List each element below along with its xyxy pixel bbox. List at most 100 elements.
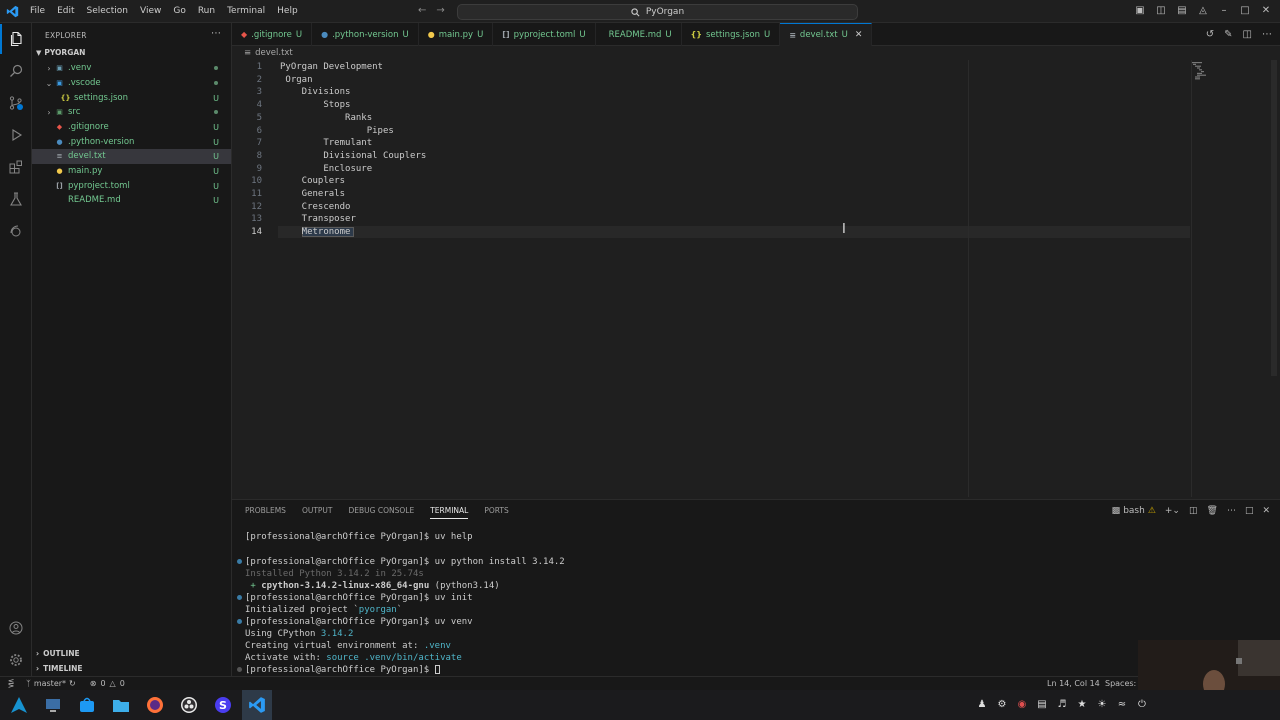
cursor-position[interactable]: Ln 14, Col 14: [1047, 679, 1100, 688]
maximize-icon[interactable]: □: [1239, 4, 1251, 16]
forward-arrow-icon[interactable]: →: [436, 5, 444, 16]
problems-status[interactable]: ⊗ 0 △ 0: [90, 679, 125, 688]
tab-debug-console[interactable]: DEBUG CONSOLE: [349, 506, 415, 519]
git-branch-status[interactable]: ᛉ master* ↻: [26, 679, 76, 688]
tab-terminal[interactable]: TERMINAL: [430, 506, 469, 519]
tab-readme-md[interactable]: README.md U: [596, 23, 682, 46]
menu-terminal[interactable]: Terminal: [221, 0, 271, 23]
tab-main-py[interactable]: ● main.py U: [419, 23, 494, 46]
toggle-sidebar-icon[interactable]: ◫: [1155, 4, 1167, 16]
power-icon[interactable]: ⏻: [1136, 697, 1148, 711]
tree-item-devel-txt[interactable]: ≡ devel.txt U: [32, 149, 231, 164]
tree-item-python-version[interactable]: ● .python-version U: [32, 135, 231, 150]
code-editor[interactable]: Ⅰ 1 2 3 4 5 6 7 8 9 10 11 12 13 14 PyOrgan Developmen…: [232, 60, 1280, 497]
user-icon[interactable]: ♟: [976, 697, 988, 711]
wifi-icon[interactable]: ≈: [1116, 697, 1128, 711]
vertical-scrollbar[interactable]: [1271, 60, 1277, 376]
tab-ports[interactable]: PORTS: [484, 506, 508, 519]
update-icon[interactable]: ◉: [1016, 697, 1028, 711]
command-decoration-icon[interactable]: [237, 667, 242, 672]
software-store-icon[interactable]: [72, 690, 102, 720]
kill-terminal-icon[interactable]: 🗑: [1207, 506, 1218, 516]
testing-icon[interactable]: [0, 184, 32, 214]
layout-toggle-icon[interactable]: ▣: [1134, 4, 1146, 16]
remote-indicator-icon[interactable]: ⋚: [0, 679, 22, 688]
back-arrow-icon[interactable]: ←: [418, 5, 426, 16]
timeline-history-icon[interactable]: ↺: [1206, 29, 1214, 40]
tab-pyproject-toml[interactable]: [] pyproject.toml U: [493, 23, 596, 46]
menu-view[interactable]: View: [134, 0, 167, 23]
arch-launcher-icon[interactable]: [4, 690, 34, 720]
toggle-panel-icon[interactable]: ▤: [1176, 4, 1188, 16]
streamdeck-app-icon[interactable]: S: [208, 690, 238, 720]
accounts-icon[interactable]: [0, 613, 32, 643]
search-sidebar-icon[interactable]: [0, 56, 32, 86]
tab-output[interactable]: OUTPUT: [302, 506, 333, 519]
command-center-search[interactable]: PyOrgan: [457, 4, 858, 20]
file-manager-icon[interactable]: [106, 690, 136, 720]
tree-item-vscode[interactable]: ⌄ ▣ .vscode: [32, 76, 231, 91]
desktop-icon[interactable]: [38, 690, 68, 720]
command-decoration-icon[interactable]: [237, 595, 242, 600]
split-terminal-icon[interactable]: ◫: [1189, 506, 1198, 516]
breadcrumb[interactable]: ≡ devel.txt: [244, 48, 293, 58]
menu-go[interactable]: Go: [167, 0, 191, 23]
outline-section-header[interactable]: › OUTLINE: [36, 649, 80, 658]
network-settings-icon[interactable]: ⚙: [996, 697, 1008, 711]
terminal-line: [professional@archOffice PyOrgan]$: [245, 665, 440, 675]
bluetooth-icon[interactable]: ★: [1076, 697, 1088, 711]
tree-item-venv[interactable]: › ▣ .venv: [32, 61, 231, 76]
open-changes-icon[interactable]: ✎: [1224, 29, 1232, 40]
tree-item-readme-md[interactable]: README.md U: [32, 193, 231, 208]
more-actions-icon[interactable]: ⋯: [1227, 506, 1236, 516]
tab-label: .python-version: [332, 29, 399, 40]
tree-item-gitignore[interactable]: ◆ .gitignore U: [32, 120, 231, 135]
error-icon: ⊗: [89, 679, 97, 688]
vscode-taskbar-icon[interactable]: [242, 690, 272, 720]
line-number: 10: [251, 176, 262, 187]
command-decoration-icon[interactable]: [237, 559, 242, 564]
menu-edit[interactable]: Edit: [51, 0, 80, 23]
remote-explorer-icon[interactable]: [0, 216, 32, 246]
tab-gitignore[interactable]: ◆ .gitignore U: [232, 23, 313, 46]
tab-problems[interactable]: PROBLEMS: [245, 506, 286, 519]
close-tab-icon[interactable]: ✕: [855, 30, 863, 40]
minimize-icon[interactable]: –: [1218, 4, 1230, 16]
tab-devel-txt[interactable]: ≡ devel.txt U ✕: [780, 23, 873, 46]
menu-selection[interactable]: Selection: [81, 0, 134, 23]
tree-item-settings-json[interactable]: {} settings.json U: [32, 91, 231, 106]
menu-run[interactable]: Run: [192, 0, 221, 23]
obs-studio-icon[interactable]: [174, 690, 204, 720]
new-terminal-icon[interactable]: +⌄: [1165, 506, 1180, 516]
tab-python-version[interactable]: ● .python-version U: [312, 23, 419, 46]
extensions-icon[interactable]: [0, 152, 32, 182]
split-editor-icon[interactable]: ◫: [1243, 29, 1252, 40]
brightness-icon[interactable]: ☀: [1096, 697, 1108, 711]
close-window-icon[interactable]: ✕: [1260, 4, 1272, 16]
more-actions-icon[interactable]: ⋯: [1262, 29, 1272, 40]
maximize-panel-icon[interactable]: □: [1245, 506, 1254, 516]
run-debug-icon[interactable]: [0, 120, 32, 150]
tree-item-main-py[interactable]: ● main.py U: [32, 164, 231, 179]
command-decoration-icon[interactable]: [237, 619, 242, 624]
more-actions-icon[interactable]: ⋯: [211, 28, 221, 39]
tab-status: U: [841, 30, 848, 40]
terminal-shell-selector[interactable]: ▩ bash ⚠: [1112, 506, 1156, 516]
terminal-output[interactable]: [professional@archOffice PyOrgan]$ uv he…: [236, 530, 1266, 675]
manage-gear-icon[interactable]: [0, 645, 32, 675]
explorer-icon[interactable]: [0, 24, 32, 54]
menu-file[interactable]: File: [24, 0, 51, 23]
firefox-icon[interactable]: [140, 690, 170, 720]
tree-item-src[interactable]: › ▣ src: [32, 105, 231, 120]
timeline-section-header[interactable]: › TIMELINE: [36, 664, 83, 673]
toggle-secondary-sidebar-icon[interactable]: ◬: [1197, 4, 1209, 16]
tab-settings-json[interactable]: {} settings.json U: [682, 23, 781, 46]
source-control-icon[interactable]: [0, 88, 32, 118]
minimap[interactable]: [1192, 62, 1212, 80]
clipboard-icon[interactable]: ▤: [1036, 697, 1048, 711]
project-header[interactable]: ▼ PYORGAN: [36, 48, 85, 57]
menu-help[interactable]: Help: [271, 0, 304, 23]
close-panel-icon[interactable]: ✕: [1262, 506, 1270, 516]
tree-item-pyproject-toml[interactable]: [] pyproject.toml U: [32, 179, 231, 194]
volume-icon[interactable]: ♬: [1056, 697, 1068, 711]
